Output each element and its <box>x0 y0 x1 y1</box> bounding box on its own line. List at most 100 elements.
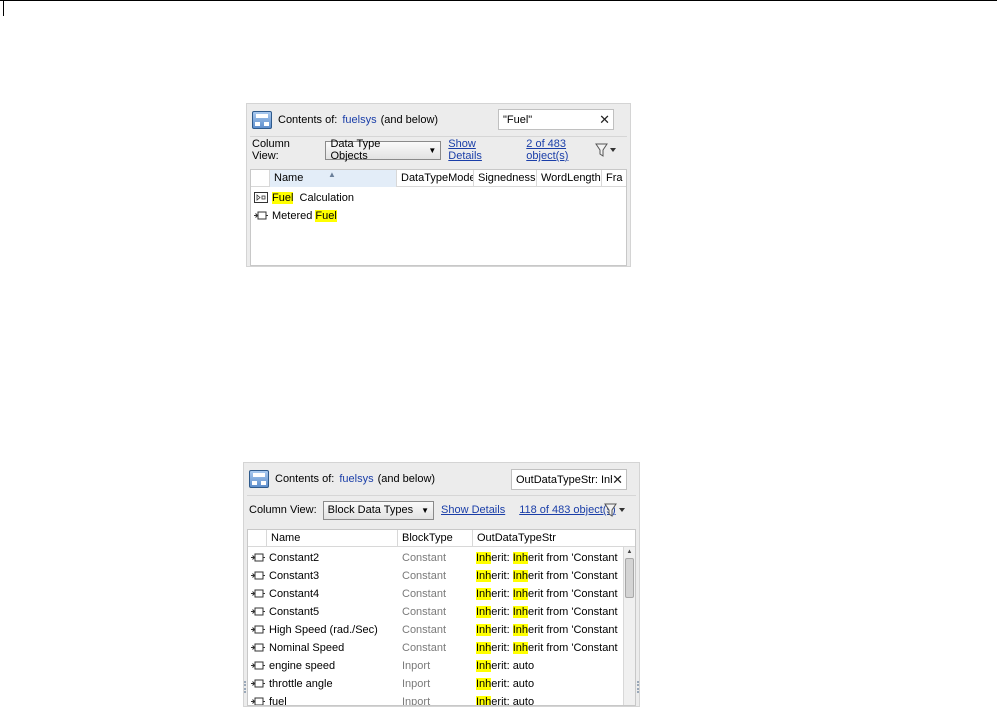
column-view-dropdown[interactable]: Data Type Objects ▼ <box>325 138 442 162</box>
value-text: erit: auto <box>491 678 535 690</box>
out-data-type-str: Inherit: Inherit from 'Constant v <box>476 639 618 657</box>
column-header-datatypemode[interactable]: DataTypeMode <box>397 170 474 187</box>
table-row[interactable]: fuel Inport Inherit: auto <box>248 693 635 706</box>
search-input[interactable]: "Fuel" <box>503 114 599 126</box>
resize-grip-left[interactable] <box>244 681 246 693</box>
match-highlight: Inh <box>476 642 492 654</box>
resize-grip-right[interactable] <box>637 681 639 693</box>
value-text: erit from 'Constant v <box>528 588 618 600</box>
clear-search-icon[interactable]: ✕ <box>599 112 610 128</box>
signal-block-icon <box>251 661 265 670</box>
table-row[interactable]: Constant5 Constant Inherit: Inherit from… <box>248 603 635 621</box>
filter-icon[interactable] <box>595 142 617 158</box>
scope-label: (and below) <box>380 114 439 126</box>
page-top-rule <box>0 0 997 1</box>
block-type: Inport <box>402 696 431 706</box>
vertical-scrollbar[interactable]: ▲ <box>623 547 635 705</box>
table-row[interactable]: High Speed (rad./Sec) Constant Inherit: … <box>248 621 635 639</box>
filter-icon[interactable] <box>604 502 626 518</box>
table-row[interactable]: Constant3 Constant Inherit: Inherit from… <box>248 567 635 585</box>
out-data-type-str: Inherit: Inherit from 'Constant v <box>476 567 618 585</box>
column-header-fraction[interactable]: Fra <box>602 170 626 187</box>
block-name: Constant4 <box>269 588 320 600</box>
column-header-signedness[interactable]: Signedness <box>474 170 537 187</box>
model-name-link[interactable]: fuelsys <box>339 473 373 485</box>
block-name: Constant5 <box>269 606 320 618</box>
chevron-down-icon: ▼ <box>428 145 437 155</box>
row-name: Fuel Calculation <box>272 192 354 204</box>
match-highlight: Inh <box>512 552 528 564</box>
value-text: erit from 'Constant v <box>528 624 618 636</box>
match-highlight: Inh <box>476 696 492 706</box>
column-header-outdatatypestr[interactable]: OutDataTypeStr <box>473 530 623 547</box>
value-text: erit: auto <box>491 660 535 672</box>
column-view-selected: Data Type Objects <box>330 138 381 162</box>
search-field[interactable]: OutDataTypeStr: Inh ✕ <box>511 469 627 490</box>
column-header-name[interactable]: ▲ Name <box>270 170 397 187</box>
column-header-wordlength[interactable]: WordLength <box>537 170 602 187</box>
scrollbar-thumb[interactable] <box>625 558 634 598</box>
search-input[interactable]: OutDataTypeStr: Inh <box>516 474 612 486</box>
grid-header: ▲ Name DataTypeMode Signedness WordLengt… <box>251 170 626 187</box>
column-header-name[interactable]: Name <box>267 530 398 547</box>
signal-block-icon <box>251 607 265 616</box>
match-highlight: Inh <box>476 624 492 636</box>
match-highlight: Inh <box>476 570 492 582</box>
column-view-label: Column View: <box>252 138 290 162</box>
show-details-link[interactable]: Show Details <box>448 138 512 162</box>
clear-search-icon[interactable]: ✕ <box>612 472 623 488</box>
value-text: erit: <box>491 588 513 600</box>
column-view-label: Column View: <box>249 504 317 516</box>
table-row[interactable]: Constant2 Constant Inherit: Inherit from… <box>248 549 635 567</box>
table-row[interactable]: Nominal Speed Constant Inherit: Inherit … <box>248 639 635 657</box>
table-row[interactable]: throttle angle Inport Inherit: auto <box>248 675 635 693</box>
value-text: erit from 'Constant v <box>528 642 618 654</box>
block-name: fuel <box>269 696 287 706</box>
block-type: Constant <box>402 606 447 618</box>
value-text: erit: auto <box>491 696 535 706</box>
value-text: erit: <box>491 570 513 582</box>
search-field[interactable]: "Fuel" ✕ <box>498 109 614 130</box>
table-row[interactable]: Fuel Calculation <box>251 189 626 207</box>
block-name: Constant2 <box>269 552 320 564</box>
block-name: Nominal Speed <box>269 642 345 654</box>
value-text: erit: <box>491 606 513 618</box>
block-name: throttle angle <box>269 678 333 690</box>
match-highlight: Inh <box>512 642 528 654</box>
object-count-link[interactable]: 118 of 483 object(s) <box>519 504 615 516</box>
block-type: Constant <box>402 570 447 582</box>
sort-ascending-icon: ▲ <box>328 170 336 179</box>
model-hierarchy-icon[interactable] <box>249 470 269 488</box>
block-type: Constant <box>402 642 447 654</box>
table-row[interactable]: Constant4 Constant Inherit: Inherit from… <box>248 585 635 603</box>
out-data-type-str: Inherit: Inherit from 'Constant v <box>476 603 618 621</box>
block-type: Constant <box>402 552 447 564</box>
contents-of-label: Contents of: <box>275 473 335 485</box>
signal-block-icon <box>251 571 265 580</box>
model-name-link[interactable]: fuelsys <box>342 114 376 126</box>
model-hierarchy-icon[interactable] <box>252 111 272 129</box>
block-type: Inport <box>402 678 431 690</box>
signal-icon <box>254 211 268 220</box>
scroll-up-icon[interactable]: ▲ <box>624 547 635 557</box>
match-highlight: Inh <box>476 552 492 564</box>
column-view-dropdown[interactable]: Block Data Types ▼ <box>322 500 434 520</box>
column-header-blocktype[interactable]: BlockType <box>398 530 473 547</box>
out-data-type-str: Inherit: auto <box>476 675 618 693</box>
column-view-toolbar: Column View: Block Data Types ▼ Show Det… <box>249 499 634 521</box>
value-text: erit: <box>491 552 513 564</box>
model-explorer-panel-2: Contents of: fuelsys (and below) OutData… <box>243 462 640 707</box>
show-details-link[interactable]: Show Details <box>441 504 505 516</box>
table-row[interactable]: Metered Fuel <box>251 207 626 225</box>
match-highlight: Inh <box>512 588 528 600</box>
match-highlight: Inh <box>476 660 492 672</box>
value-text: erit from 'Constant v <box>528 606 618 618</box>
signal-block-icon <box>251 679 265 688</box>
match-highlight: Inh <box>512 606 528 618</box>
signal-block-icon <box>251 625 265 634</box>
header-divider <box>250 136 627 137</box>
match-highlight: Inh <box>476 588 492 600</box>
match-highlight: Inh <box>476 606 492 618</box>
table-row[interactable]: engine speed Inport Inherit: auto <box>248 657 635 675</box>
block-name: engine speed <box>269 660 336 672</box>
